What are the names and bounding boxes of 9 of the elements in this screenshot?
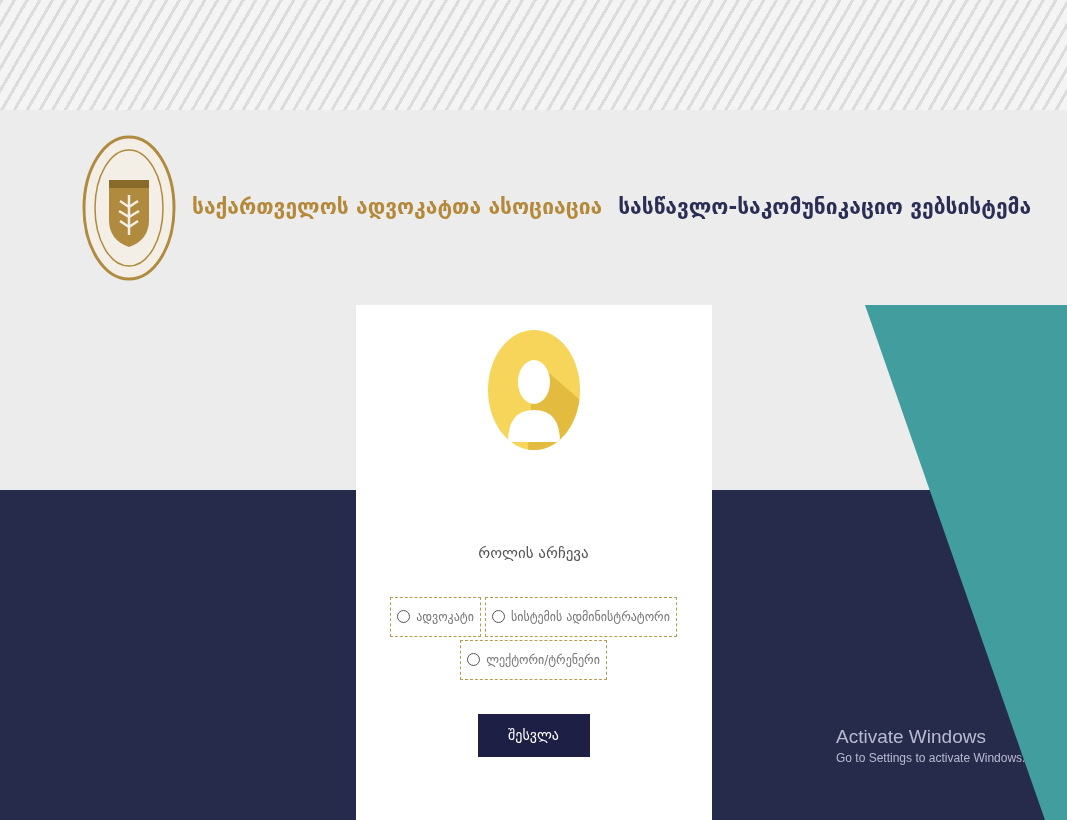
avatar-icon: [487, 330, 580, 450]
organization-title: საქართველოს ადვოკატთა ასოციაცია: [192, 193, 603, 221]
login-button[interactable]: შესვლა: [477, 713, 590, 757]
system-title: სასწავლო-საკომუნიკაციო ვებსისტემა: [618, 193, 1032, 221]
role-heading: როლის არჩევა: [478, 543, 589, 564]
activation-title: Activate Windows: [836, 725, 987, 749]
role-option[interactable]: ადვოკატი: [390, 596, 481, 637]
role-option[interactable]: ლექტორი/ტრენერი: [460, 639, 607, 680]
role-option[interactable]: სისტემის ადმინისტრატორი: [484, 596, 677, 637]
